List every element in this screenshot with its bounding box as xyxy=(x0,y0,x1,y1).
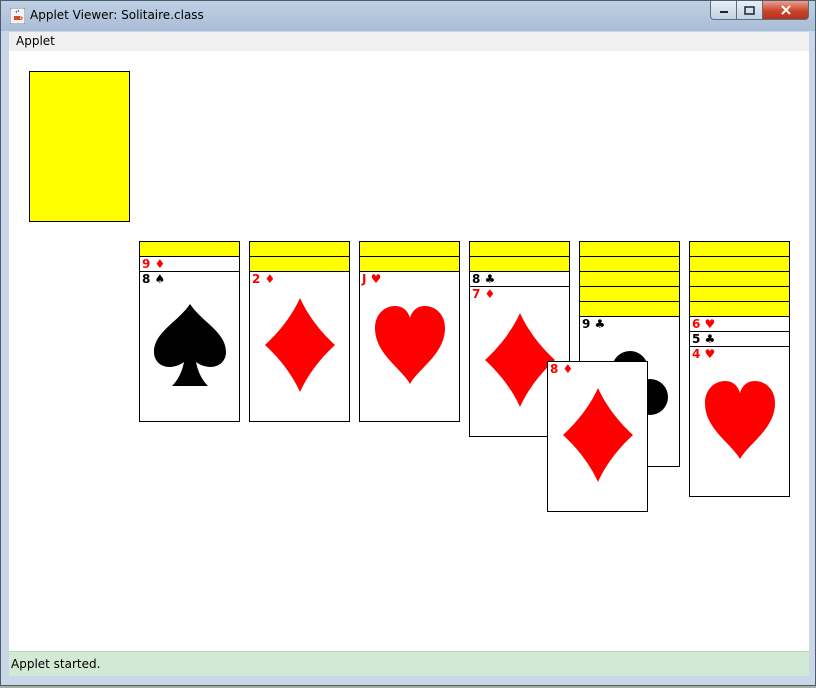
stacked-card[interactable]: 6 ♥ xyxy=(689,316,790,331)
menu-applet[interactable]: Applet xyxy=(16,34,55,48)
card-label: 6 ♥ xyxy=(692,317,715,331)
card-suit: ♣ xyxy=(594,317,606,331)
stacked-card[interactable]: 8 ♣ xyxy=(469,271,570,286)
diamond-symbol-icon xyxy=(484,312,555,407)
menu-bar: Applet xyxy=(9,32,809,52)
card-label: 8 ♣ xyxy=(472,272,495,286)
card-suit: ♣ xyxy=(484,272,496,286)
face-down-card[interactable] xyxy=(579,256,680,271)
face-up-card[interactable]: 4 ♥ xyxy=(689,346,790,497)
card-label: 4 ♥ xyxy=(692,347,715,361)
face-down-card[interactable] xyxy=(249,256,350,271)
card-center-symbol xyxy=(561,386,635,488)
card-suit: ♥ xyxy=(704,317,716,331)
card-suit: ♣ xyxy=(704,332,716,346)
face-down-card[interactable] xyxy=(689,301,790,316)
heart-symbol-icon xyxy=(704,380,775,459)
card-center-symbol xyxy=(701,377,779,467)
face-down-card[interactable] xyxy=(579,271,680,286)
stock-pile[interactable] xyxy=(29,71,130,222)
card-suit: ♥ xyxy=(704,347,716,361)
status-text: Applet started. xyxy=(11,657,101,671)
card-suit: ♦ xyxy=(484,287,496,301)
diamond-symbol-icon xyxy=(562,387,633,482)
card-center-symbol xyxy=(371,302,449,392)
card-label: 2 ♦ xyxy=(252,272,275,286)
heart-symbol-icon xyxy=(374,305,445,384)
face-up-card[interactable]: J ♥ xyxy=(359,271,460,422)
maximize-button[interactable] xyxy=(737,1,763,20)
tableau-pile-3[interactable]: J ♥ xyxy=(359,241,460,422)
card-suit: ♦ xyxy=(264,272,276,286)
applet-viewer-window: Applet Viewer: Solitaire.class Applet 9 … xyxy=(0,0,816,686)
face-down-card[interactable] xyxy=(689,241,790,256)
face-down-card[interactable] xyxy=(579,241,680,256)
window-title: Applet Viewer: Solitaire.class xyxy=(30,8,204,22)
card-suit: ♦ xyxy=(562,362,574,376)
card-label: 5 ♣ xyxy=(692,332,715,346)
face-down-card[interactable] xyxy=(359,241,460,256)
card-label: 9 ♣ xyxy=(582,317,605,331)
card-label: 8 ♠ xyxy=(142,272,165,286)
card-label: 9 ♦ xyxy=(142,257,165,271)
card-center-symbol xyxy=(150,300,230,394)
card-label: 8 ♦ xyxy=(550,362,573,376)
java-cup-icon xyxy=(10,8,25,24)
face-down-card[interactable] xyxy=(469,241,570,256)
close-icon xyxy=(780,5,791,15)
card-suit: ♠ xyxy=(154,272,166,286)
close-button[interactable] xyxy=(763,1,809,20)
card-suit: ♦ xyxy=(154,257,166,271)
status-bar: Applet started. xyxy=(9,651,809,676)
maximize-icon xyxy=(744,5,755,15)
stacked-card[interactable]: 5 ♣ xyxy=(689,331,790,346)
card-label: J ♥ xyxy=(362,272,381,286)
face-up-card[interactable]: 8 ♠ xyxy=(139,271,240,422)
face-down-card[interactable] xyxy=(579,301,680,316)
tableau-pile-1[interactable]: 9 ♦ 8 ♠ xyxy=(139,241,240,422)
face-down-card[interactable] xyxy=(139,241,240,256)
face-down-card[interactable] xyxy=(579,286,680,301)
spade-symbol-icon xyxy=(153,303,226,386)
tableau-pile-2[interactable]: 2 ♦ xyxy=(249,241,350,422)
card-center-symbol xyxy=(483,311,557,413)
window-controls xyxy=(710,1,809,21)
solitaire-canvas[interactable]: 9 ♦ 8 ♠ 2 ♦ J ♥ 8 ♣ 7 ♦ 9 ♣ 6 ♥ 5 ♣ 4 ♥ 8 ♦ xyxy=(9,51,809,651)
face-up-card[interactable]: 2 ♦ xyxy=(249,271,350,422)
minimize-button[interactable] xyxy=(710,1,737,20)
stacked-card[interactable]: 9 ♦ xyxy=(139,256,240,271)
minimize-icon xyxy=(719,11,728,13)
face-down-card[interactable] xyxy=(249,241,350,256)
diamond-symbol-icon xyxy=(264,297,335,392)
card-label: 7 ♦ xyxy=(472,287,495,301)
dragged-card[interactable]: 8 ♦ xyxy=(547,361,648,512)
card-suit: ♥ xyxy=(370,272,382,286)
face-down-card[interactable] xyxy=(689,286,790,301)
title-bar[interactable]: Applet Viewer: Solitaire.class xyxy=(1,1,815,31)
face-down-card[interactable] xyxy=(359,256,460,271)
card-center-symbol xyxy=(263,296,337,398)
face-down-card[interactable] xyxy=(689,256,790,271)
tableau-pile-6[interactable]: 6 ♥ 5 ♣ 4 ♥ xyxy=(689,241,790,497)
face-down-card[interactable] xyxy=(689,271,790,286)
face-down-card[interactable] xyxy=(469,256,570,271)
